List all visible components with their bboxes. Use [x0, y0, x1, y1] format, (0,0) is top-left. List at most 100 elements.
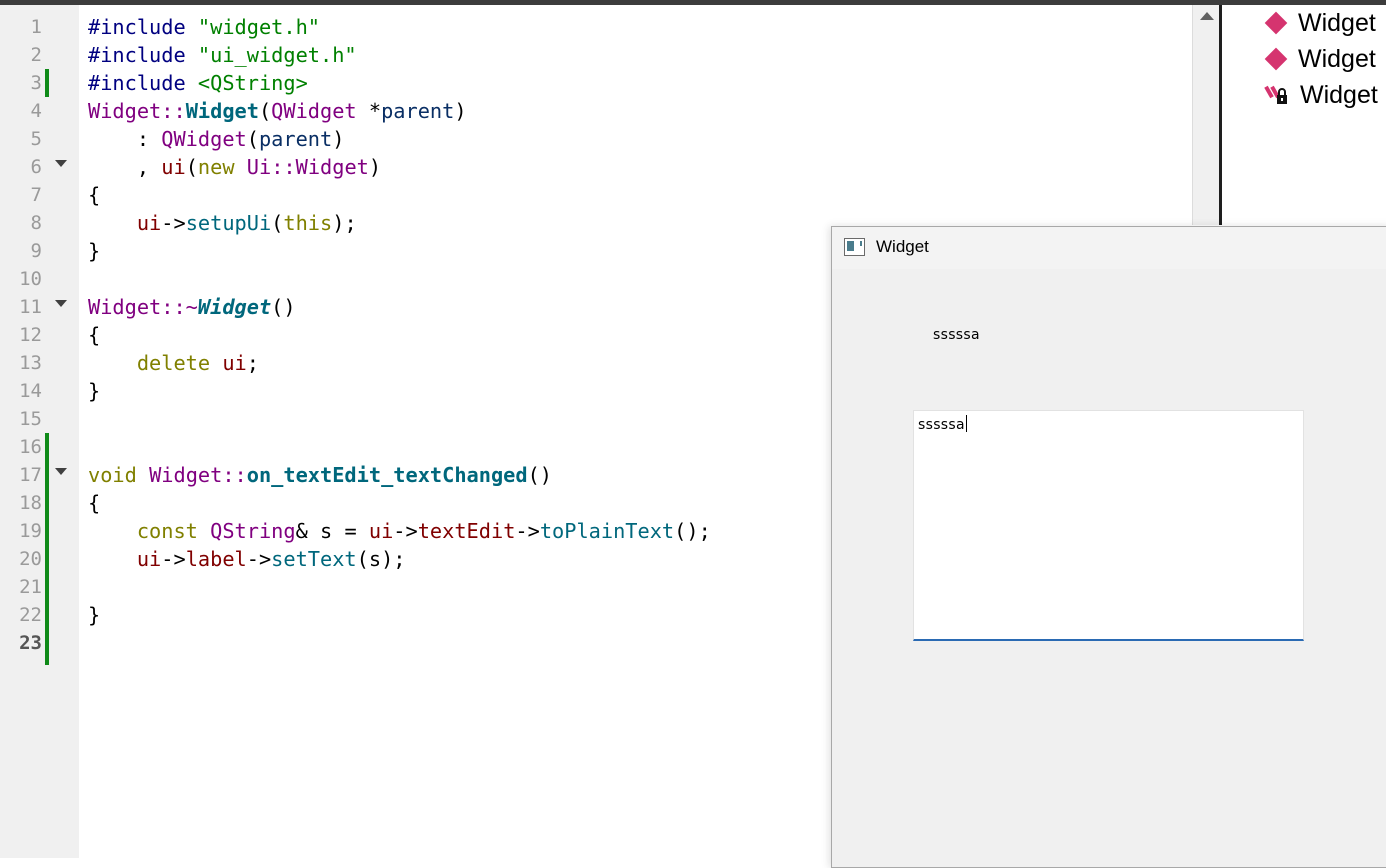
type: QWidget	[271, 99, 357, 123]
code-line: {	[88, 491, 101, 515]
type: Widget	[88, 295, 162, 319]
member: ui	[161, 155, 186, 179]
line-number: 21	[19, 576, 42, 598]
code-line: const QString& s = ui->textEdit->toPlain…	[88, 517, 711, 545]
code-line: ui->label->setText(s);	[88, 545, 406, 573]
type: QString	[210, 519, 296, 543]
punct: )	[368, 155, 382, 179]
text-edit-content[interactable]: sssssa	[918, 415, 967, 433]
preprocessor: #include	[88, 43, 198, 67]
punct	[210, 351, 222, 375]
punct: ->	[161, 211, 186, 235]
type: QWidget	[161, 127, 247, 151]
outline-item-label: Widget	[1298, 8, 1376, 37]
code-line: void Widget::on_textEdit_textChanged()	[88, 461, 552, 489]
line-number: 12	[19, 324, 42, 346]
code-line: Widget::Widget(QWidget *parent)	[88, 97, 467, 125]
punct: :	[88, 127, 162, 151]
code-line: {	[88, 323, 101, 347]
punct: (	[258, 99, 272, 123]
outline-item-label: Widget	[1300, 80, 1378, 109]
punct: ->	[393, 519, 418, 543]
fold-arrow-icon[interactable]	[55, 160, 67, 167]
punct	[198, 519, 210, 543]
function-call: toPlainText	[539, 519, 675, 543]
punct: ;	[246, 351, 259, 375]
member: ui	[136, 547, 162, 571]
include-path: <QString>	[197, 71, 308, 95]
line-number: 8	[30, 212, 42, 234]
outline-item-label: Widget	[1298, 44, 1376, 73]
punct: ();	[674, 519, 711, 543]
code-line: }	[88, 603, 101, 627]
line-number: 1	[30, 16, 42, 38]
type: Widget	[295, 155, 369, 179]
punct: *	[356, 99, 382, 123]
fold-arrow-icon[interactable]	[55, 300, 67, 307]
code-line: Widget::~Widget()	[88, 293, 296, 321]
punct: ()	[271, 295, 296, 319]
line-number: 23	[19, 632, 42, 654]
punct: (	[271, 211, 284, 235]
type: Widget	[88, 99, 162, 123]
line-number: 9	[30, 240, 42, 262]
function-call: setText	[271, 547, 357, 571]
outline-item[interactable]: Widget	[1264, 6, 1376, 40]
text-edit[interactable]: sssssa	[913, 410, 1304, 641]
punct: ->	[246, 547, 272, 571]
text-caret	[965, 415, 967, 432]
member: textEdit	[417, 519, 516, 543]
scope-op: ::	[271, 155, 296, 179]
widget-window[interactable]: Widget sssssa sssssa	[831, 226, 1386, 868]
punct: );	[332, 211, 357, 235]
line-number-gutter: 1 2 3 4 5 6 7 8 9 10 11 12 13 14 15 16 17 18 19 20 21 22 23	[0, 5, 79, 858]
code-line: ui->setupUi(this);	[88, 209, 357, 237]
member: label	[185, 547, 247, 571]
code-line: #include <QString>	[88, 69, 308, 97]
member: ui	[222, 351, 247, 375]
line-number: 16	[19, 436, 42, 458]
function-call: setupUi	[185, 211, 272, 235]
line-number: 4	[30, 100, 42, 122]
type: Ui	[246, 155, 272, 179]
window-title: Widget	[876, 237, 929, 256]
scope-op: ::	[161, 99, 186, 123]
member: ui	[136, 211, 162, 235]
window-title-bar[interactable]: Widget	[832, 227, 1386, 269]
outline-item[interactable]: Widget	[1264, 78, 1378, 112]
preprocessor: #include	[88, 15, 198, 39]
code-line: }	[88, 239, 101, 263]
line-number: 20	[19, 548, 42, 570]
private-member-lock-icon	[1264, 85, 1287, 104]
punct: (	[185, 155, 198, 179]
keyword: void	[88, 463, 137, 487]
change-marker	[45, 433, 49, 665]
keyword: delete	[136, 351, 211, 375]
change-marker	[45, 69, 49, 97]
function-icon	[1264, 47, 1288, 71]
editor-scrollbar[interactable]	[1192, 5, 1220, 225]
punct: ->	[161, 547, 186, 571]
parameter: parent	[381, 99, 455, 123]
function-name: Widget	[197, 295, 272, 319]
line-number: 17	[19, 464, 42, 486]
keyword: const	[136, 519, 198, 543]
punct: (	[246, 127, 259, 151]
line-number: 22	[19, 604, 42, 626]
outline-item[interactable]: Widget	[1264, 42, 1376, 76]
line-number: 14	[19, 380, 42, 402]
include-path: "widget.h"	[197, 15, 321, 39]
function-name: on_textEdit_textChanged	[246, 463, 528, 487]
scroll-up-arrow-icon[interactable]	[1200, 12, 1214, 20]
line-number: 3	[30, 72, 42, 94]
member: ui	[368, 519, 394, 543]
line-number: 2	[30, 44, 42, 66]
fold-arrow-icon[interactable]	[55, 468, 67, 475]
punct: ,	[88, 155, 162, 179]
label: sssssa	[933, 327, 980, 343]
punct: ->	[515, 519, 540, 543]
